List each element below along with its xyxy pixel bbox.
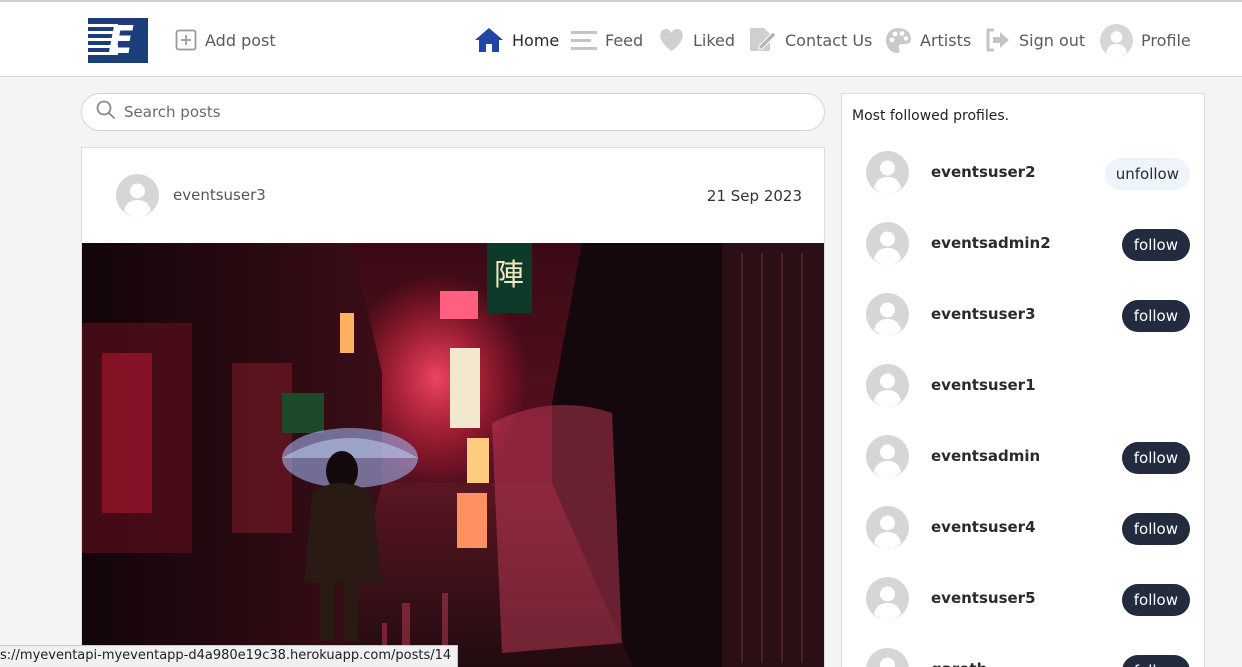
nav-artists[interactable]: Artists xyxy=(885,26,971,54)
search-bar[interactable] xyxy=(81,93,825,131)
most-followed-title: Most followed profiles. xyxy=(852,108,1010,124)
nav-feed-label: Feed xyxy=(605,30,644,50)
profile-row: eventsuser2 unfollow xyxy=(866,151,1190,195)
profile-name[interactable]: eventsuser2 xyxy=(931,163,1036,181)
profile-row: eventsuser5 follow xyxy=(866,577,1190,621)
nav-profile[interactable]: Profile xyxy=(1100,23,1191,57)
profile-row: eventsadmin2 follow xyxy=(866,222,1190,266)
profile-row: eventsuser1 xyxy=(866,364,1190,408)
avatar[interactable] xyxy=(866,293,909,336)
plus-square-icon xyxy=(175,29,197,51)
follow-button[interactable]: follow xyxy=(1121,513,1190,545)
nav-profile-label: Profile xyxy=(1141,30,1191,50)
avatar[interactable] xyxy=(866,222,909,265)
browser-status-url: s://myeventapi-myeventapp-d4a980e19c38.h… xyxy=(0,645,459,667)
post-date: 21 Sep 2023 xyxy=(706,187,802,205)
logo[interactable]: E xyxy=(88,18,148,63)
profile-name[interactable]: eventsuser4 xyxy=(931,518,1036,536)
profile-name[interactable]: eventsuser3 xyxy=(931,305,1036,323)
profile-row: eventsuser3 follow xyxy=(866,293,1190,337)
palette-icon xyxy=(885,27,912,54)
post-image[interactable]: 陣 xyxy=(82,243,824,667)
avatar[interactable] xyxy=(866,648,909,667)
profile-name[interactable]: eventsadmin2 xyxy=(931,234,1051,252)
profile-name[interactable]: eventsadmin xyxy=(931,447,1040,465)
post-username[interactable]: eventsuser3 xyxy=(173,186,266,204)
profile-name[interactable]: eventsuser1 xyxy=(931,376,1036,394)
nav-sign-out-label: Sign out xyxy=(1019,30,1086,50)
navbar: E Add post Home Feed Liked Contact Us Ar… xyxy=(0,4,1242,77)
svg-text:陣: 陣 xyxy=(494,258,524,293)
follow-button[interactable]: follow xyxy=(1121,442,1190,474)
nav-sign-out[interactable]: Sign out xyxy=(985,26,1085,54)
nav-add-post-label: Add post xyxy=(205,30,276,50)
nav-home[interactable]: Home xyxy=(474,26,559,54)
avatar[interactable] xyxy=(866,577,909,620)
nav-contact-label: Contact Us xyxy=(785,30,873,50)
contact-edit-icon xyxy=(747,26,777,54)
feed-lines-icon xyxy=(571,29,597,51)
post-header: eventsuser3 21 Sep 2023 xyxy=(82,148,824,244)
nav-liked-label: Liked xyxy=(693,30,736,50)
post-card: eventsuser3 21 Sep 2023 陣 xyxy=(81,147,825,667)
follow-button[interactable]: follow xyxy=(1121,584,1190,616)
avatar[interactable] xyxy=(866,506,909,549)
nav-add-post[interactable]: Add post xyxy=(175,26,276,54)
search-input[interactable] xyxy=(124,103,804,121)
heart-icon xyxy=(658,28,685,52)
profile-row: eventsuser4 follow xyxy=(866,506,1190,550)
avatar[interactable] xyxy=(866,151,909,194)
profile-name[interactable]: eventsuser5 xyxy=(931,589,1036,607)
avatar[interactable] xyxy=(116,174,159,217)
nav-artists-label: Artists xyxy=(920,30,972,50)
nav-feed[interactable]: Feed xyxy=(571,26,643,54)
nav-home-label: Home xyxy=(512,30,560,50)
follow-button[interactable]: follow xyxy=(1121,655,1190,667)
profile-avatar-icon xyxy=(1100,23,1133,57)
avatar[interactable] xyxy=(866,364,909,407)
nav-liked[interactable]: Liked xyxy=(658,26,735,54)
profile-row: eventsadmin follow xyxy=(866,435,1190,479)
unfollow-button[interactable]: unfollow xyxy=(1104,158,1190,190)
home-icon xyxy=(474,27,504,53)
profile-name[interactable]: gareth xyxy=(931,660,987,667)
profile-row: gareth follow xyxy=(866,648,1190,667)
search-icon xyxy=(96,100,116,124)
follow-button[interactable]: follow xyxy=(1121,300,1190,332)
sign-out-icon xyxy=(985,28,1011,52)
nav-contact[interactable]: Contact Us xyxy=(747,26,872,54)
most-followed-panel: Most followed profiles. eventsuser2 unfo… xyxy=(841,93,1205,667)
follow-button[interactable]: follow xyxy=(1121,229,1190,261)
avatar[interactable] xyxy=(866,435,909,478)
